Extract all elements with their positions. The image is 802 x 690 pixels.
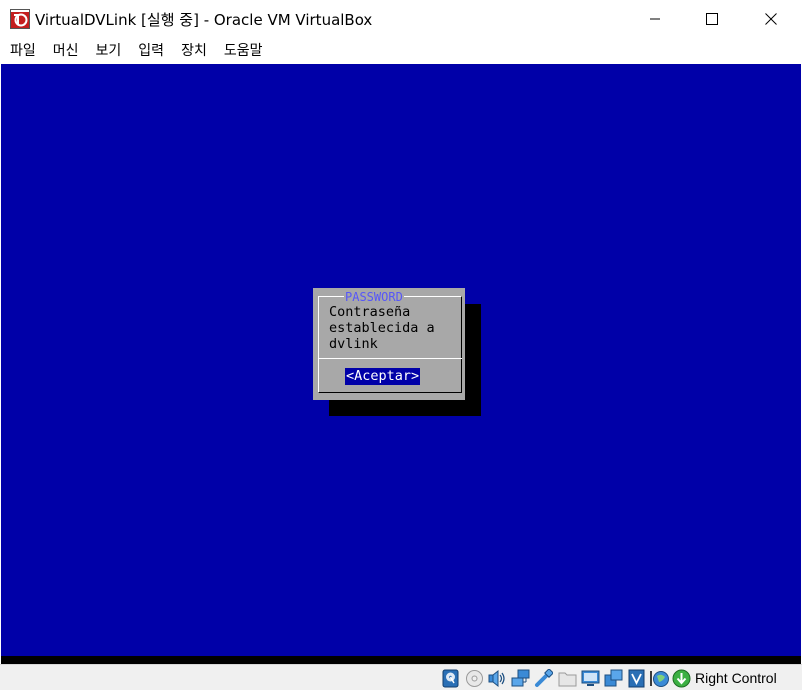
password-dialog: PASSWORD Contraseña establecida a dvlink… — [313, 288, 465, 400]
dialog-message: Contraseña establecida a dvlink — [329, 304, 435, 352]
dialog-separator — [318, 358, 462, 359]
optical-drive-icon[interactable] — [465, 669, 484, 688]
display-icon[interactable] — [581, 669, 600, 688]
menu-bar: 파일 머신 보기 입력 장치 도움말 — [0, 38, 802, 64]
dialog-title: PASSWORD — [344, 290, 404, 304]
keyboard-capture-icon[interactable] — [672, 669, 691, 688]
minimize-button[interactable] — [632, 0, 678, 38]
audio-icon[interactable] — [488, 669, 507, 688]
close-icon — [765, 10, 777, 29]
close-button[interactable] — [748, 0, 794, 38]
mouse-integration-icon[interactable] — [650, 669, 669, 688]
menu-view[interactable]: 보기 — [89, 39, 129, 63]
dialog-message-line: dvlink — [329, 336, 378, 352]
shared-folders-icon[interactable] — [558, 669, 577, 688]
menu-machine[interactable]: 머신 — [46, 39, 86, 63]
accept-button[interactable]: <Aceptar> — [345, 368, 421, 385]
network-icon[interactable] — [511, 669, 530, 688]
title-bar[interactable]: VirtualDVLink [실행 중] - Oracle VM Virtual… — [0, 0, 802, 38]
menu-file[interactable]: 파일 — [3, 39, 43, 63]
usb-icon[interactable] — [534, 668, 554, 688]
maximize-button[interactable] — [689, 0, 735, 38]
hard-disk-icon[interactable] — [441, 669, 460, 688]
menu-input[interactable]: 입력 — [131, 39, 171, 63]
status-bar: Right Control — [0, 664, 802, 690]
host-key-label: Right Control — [695, 670, 777, 686]
virtualization-icon[interactable] — [627, 669, 646, 688]
menu-devices[interactable]: 장치 — [174, 39, 214, 63]
virtualbox-machine-icon — [10, 9, 30, 29]
maximize-icon — [706, 10, 718, 29]
vm-display-bottom-border — [1, 656, 801, 664]
dialog-message-line: establecida a — [329, 320, 435, 336]
minimize-icon — [649, 10, 661, 29]
window-title: VirtualDVLink [실행 중] - Oracle VM Virtual… — [35, 11, 373, 29]
dialog-message-line: Contraseña — [329, 304, 411, 320]
menu-help[interactable]: 도움말 — [217, 39, 270, 63]
video-capture-icon[interactable] — [604, 669, 623, 688]
